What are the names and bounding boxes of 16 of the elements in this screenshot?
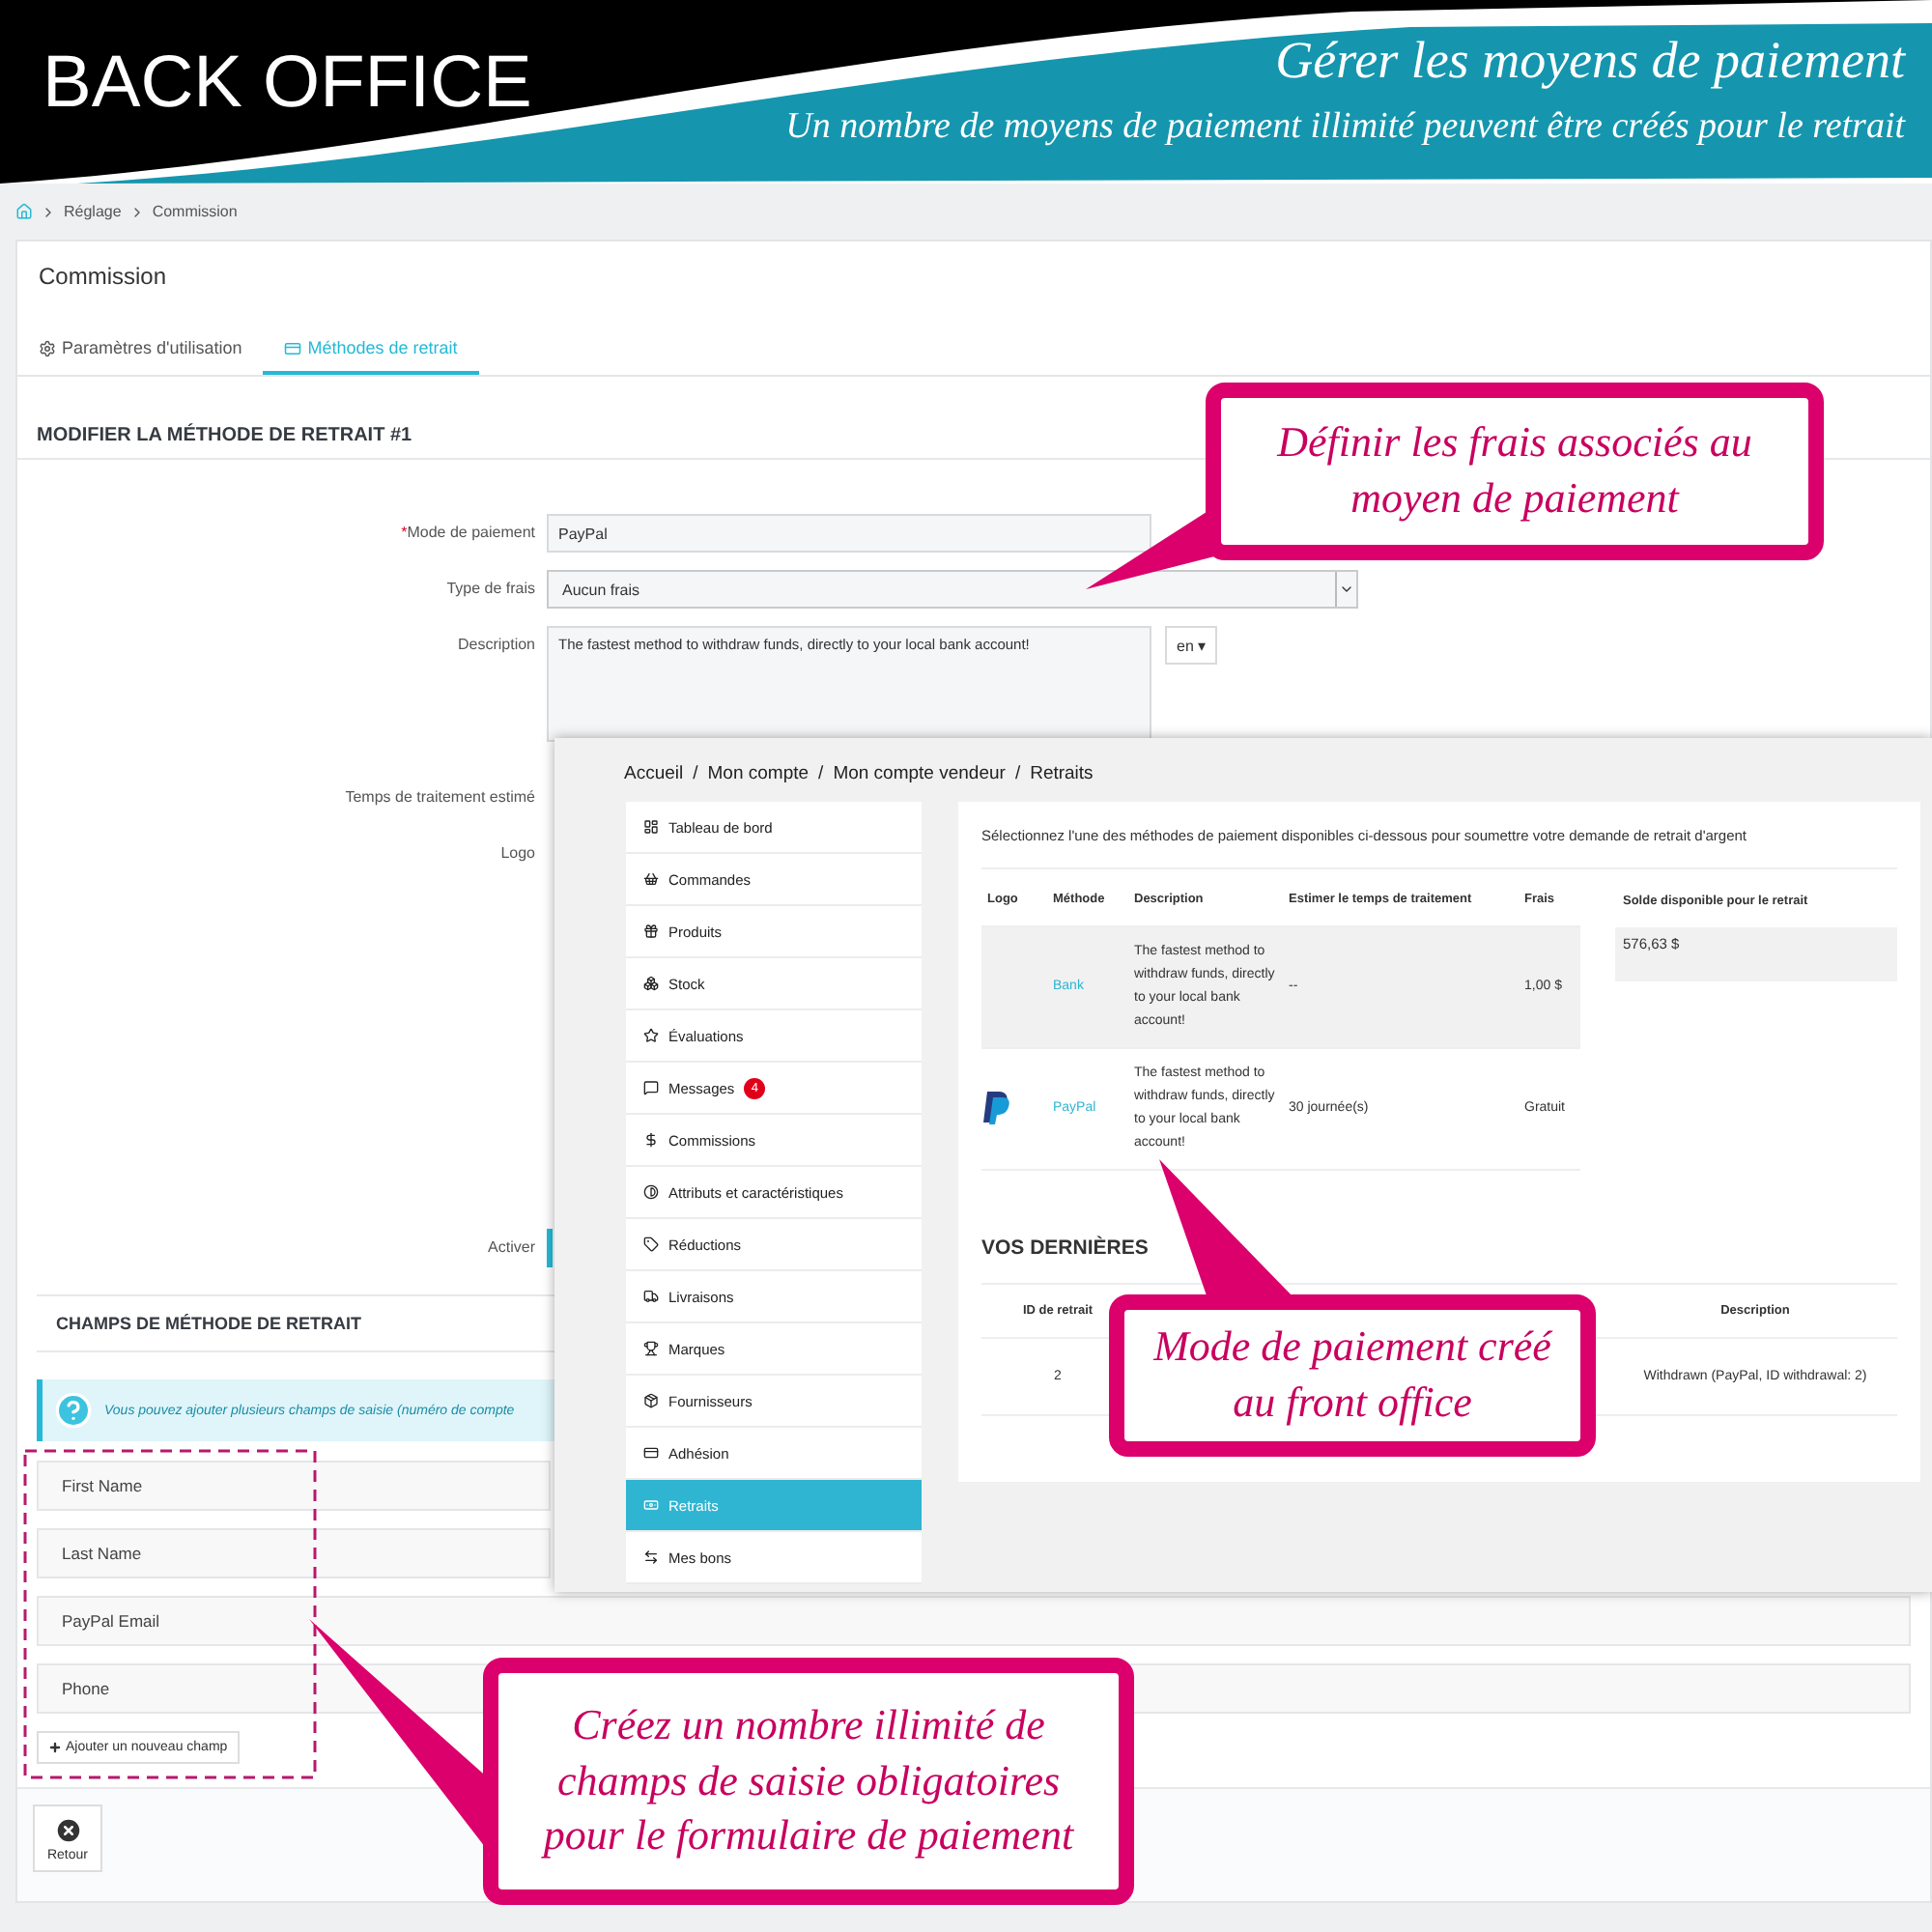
field-label: Type de frais	[444, 578, 537, 597]
page-title: Commission	[37, 261, 169, 294]
field-label: Temps de traitement estimé	[343, 786, 537, 806]
field-label: Activer	[486, 1236, 537, 1256]
banner-title: BACK OFFICE	[41, 41, 532, 128]
banner-heading: Gérer les moyens de paiement	[1275, 31, 1905, 91]
banner-subheading: Un nombre de moyens de paiement illimité peuvent être créés pour le retrait	[785, 106, 1905, 149]
callout-note: Créez un nombre illimité de champs de saisie obligatoires pour le formulaire de paiement	[483, 1658, 1134, 1905]
separator: /	[693, 763, 698, 784]
callout-note: Mode de paiement créé au front office	[1109, 1294, 1596, 1457]
separator: /	[1014, 763, 1021, 784]
callout-note: Définir les frais associés au moyen de paiement	[1206, 383, 1824, 560]
separator: /	[818, 763, 824, 784]
field-label: *Mode de paiement	[399, 522, 537, 541]
field-label: Logo	[498, 842, 537, 862]
field-label: Description	[455, 634, 537, 653]
